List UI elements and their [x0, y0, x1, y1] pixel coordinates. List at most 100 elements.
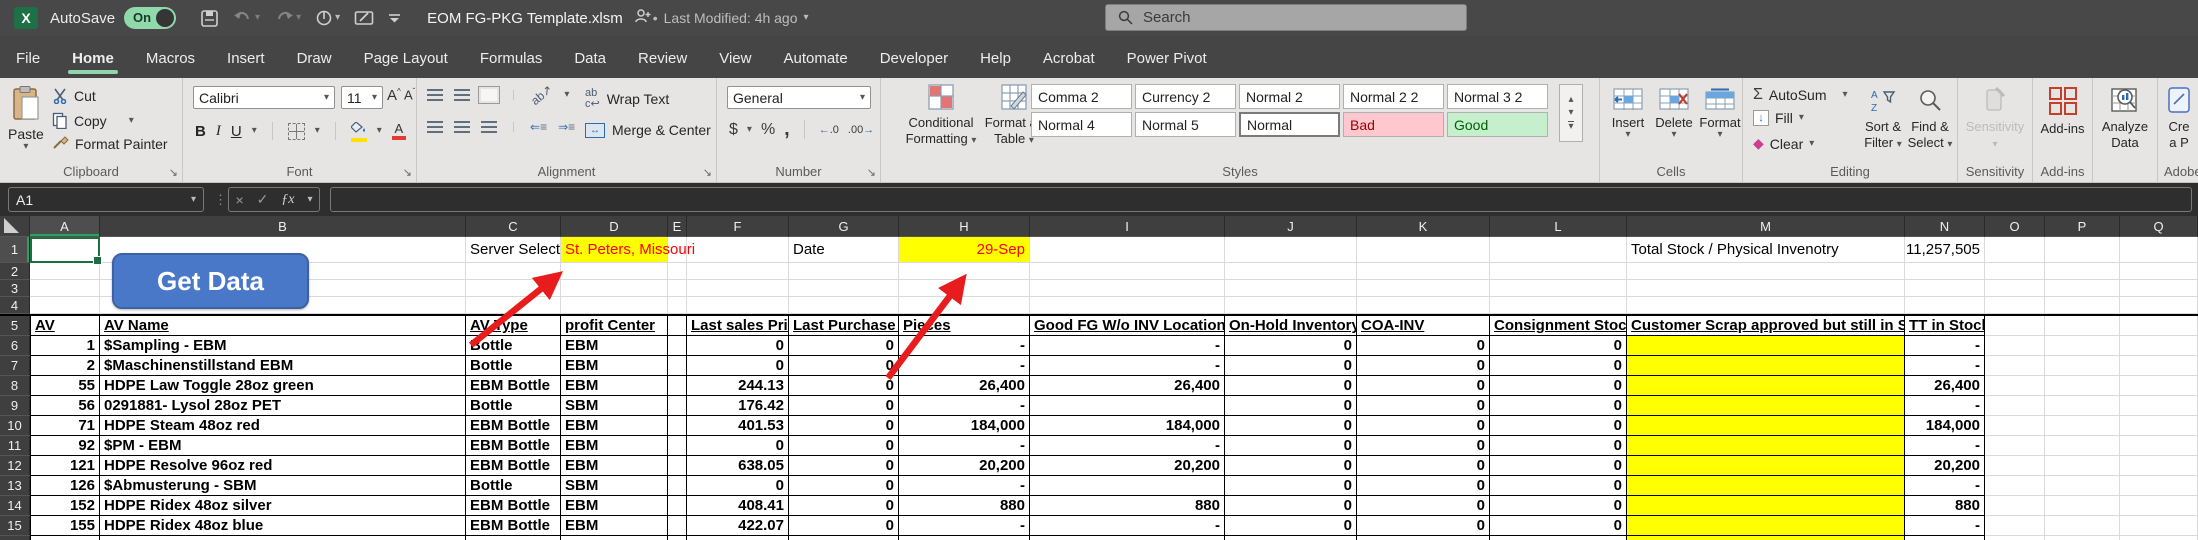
cell-N6[interactable]: - — [1905, 336, 1985, 356]
cancel-entry-icon[interactable]: × — [235, 192, 243, 208]
cell-O10[interactable] — [1985, 416, 2045, 436]
paste-button[interactable]: Paste ▾ — [8, 85, 44, 152]
cell-G11[interactable]: 0 — [789, 436, 899, 456]
cell-A11[interactable]: 92 — [30, 436, 100, 456]
save-icon[interactable] — [200, 9, 219, 28]
cell-I6[interactable]: - — [1030, 336, 1225, 356]
cell-I11[interactable]: - — [1030, 436, 1225, 456]
cell-M3[interactable] — [1627, 280, 1905, 297]
cell-D14[interactable]: EBM — [561, 496, 668, 516]
cell-L13[interactable]: 0 — [1490, 476, 1627, 496]
tab-view[interactable]: View — [717, 50, 753, 78]
cell-Q7[interactable] — [2120, 356, 2198, 376]
cell-P11[interactable] — [2045, 436, 2120, 456]
cell-Q10[interactable] — [2120, 416, 2198, 436]
tab-macros[interactable]: Macros — [144, 50, 197, 78]
tab-home[interactable]: Home — [70, 50, 116, 78]
cell-O2[interactable] — [1985, 263, 2045, 280]
cell-K10[interactable]: 0 — [1357, 416, 1490, 436]
cell-M9[interactable] — [1627, 396, 1905, 416]
cell-A8[interactable]: 55 — [30, 376, 100, 396]
cell-H10[interactable]: 184,000 — [899, 416, 1030, 436]
cell-Q13[interactable] — [2120, 476, 2198, 496]
row-header-4[interactable]: 4 — [0, 297, 30, 314]
search-box[interactable]: Search — [1105, 4, 1467, 31]
cell-K14[interactable]: 0 — [1357, 496, 1490, 516]
cell-N3[interactable] — [1905, 280, 1985, 297]
clear-button[interactable]: ◆ Clear▾ — [1753, 135, 1814, 152]
cell-B8[interactable]: HDPE Law Toggle 28oz green — [100, 376, 466, 396]
cell-C8[interactable]: EBM Bottle — [466, 376, 561, 396]
cell-M13[interactable] — [1627, 476, 1905, 496]
comma-format-icon[interactable]: , — [784, 118, 790, 141]
cell-A6[interactable]: 1 — [30, 336, 100, 356]
cell-D7[interactable]: EBM — [561, 356, 668, 376]
cell-F5[interactable]: Last sales Price — [687, 316, 789, 336]
increase-font-icon[interactable]: A^ — [387, 87, 401, 104]
cell-Q9[interactable] — [2120, 396, 2198, 416]
cell-J5[interactable]: On-Hold Inventory : — [1225, 316, 1357, 336]
style-comma-2[interactable]: Comma 2 — [1031, 84, 1132, 109]
cell-P15[interactable] — [2045, 516, 2120, 536]
format-painter-button[interactable]: Format Painter — [52, 136, 168, 152]
cell-M15[interactable] — [1627, 516, 1905, 536]
analyze-data-button[interactable]: AnalyzeData — [2093, 86, 2157, 152]
cell-H6[interactable]: - — [899, 336, 1030, 356]
cell-L3[interactable] — [1490, 280, 1627, 297]
cell-G4[interactable] — [789, 297, 899, 314]
tab-insert[interactable]: Insert — [225, 50, 267, 78]
cell-K2[interactable] — [1357, 263, 1490, 280]
decrease-decimal-icon[interactable]: .00→ — [848, 124, 874, 136]
cell-P4[interactable] — [2045, 297, 2120, 314]
cell-P16[interactable] — [2045, 536, 2120, 540]
row-header-9[interactable]: 9 — [0, 396, 30, 416]
cell-K7[interactable]: 0 — [1357, 356, 1490, 376]
row-header-12[interactable]: 12 — [0, 456, 30, 476]
cell-Q5[interactable] — [2120, 316, 2198, 336]
cell-D4[interactable] — [561, 297, 668, 314]
cell-D15[interactable]: EBM — [561, 516, 668, 536]
cell-I12[interactable]: 20,200 — [1030, 456, 1225, 476]
font-size-select[interactable]: 11▾ — [341, 86, 383, 109]
cell-O6[interactable] — [1985, 336, 2045, 356]
insert-function-icon[interactable]: ƒx — [281, 192, 294, 208]
cell-O14[interactable] — [1985, 496, 2045, 516]
style-bad[interactable]: Bad — [1343, 112, 1444, 137]
cell-I14[interactable]: 880 — [1030, 496, 1225, 516]
cell-E6[interactable] — [668, 336, 687, 356]
cell-B7[interactable]: $Maschinenstillstand EBM — [100, 356, 466, 376]
style-currency-2[interactable]: Currency 2 — [1135, 84, 1236, 109]
cell-G6[interactable]: 0 — [789, 336, 899, 356]
cell-M8[interactable] — [1627, 376, 1905, 396]
style-normal-2[interactable]: Normal 2 — [1239, 84, 1340, 109]
cell-K3[interactable] — [1357, 280, 1490, 297]
cell-Q16[interactable] — [2120, 536, 2198, 540]
cell-E13[interactable] — [668, 476, 687, 496]
cell-K1[interactable] — [1357, 237, 1490, 263]
cell-M16[interactable] — [1627, 536, 1905, 540]
customize-qat-icon[interactable] — [388, 12, 401, 24]
cell-D10[interactable]: EBM — [561, 416, 668, 436]
number-format-select[interactable]: General▾ — [727, 86, 871, 109]
row-header-2[interactable]: 2 — [0, 263, 30, 280]
col-header-A[interactable]: A — [30, 216, 100, 237]
cell-Q12[interactable] — [2120, 456, 2198, 476]
cell-C9[interactable]: Bottle — [466, 396, 561, 416]
cell-M11[interactable] — [1627, 436, 1905, 456]
cell-Q4[interactable] — [2120, 297, 2198, 314]
cell-O3[interactable] — [1985, 280, 2045, 297]
cell-C12[interactable]: EBM Bottle — [466, 456, 561, 476]
cell-M6[interactable] — [1627, 336, 1905, 356]
cell-N14[interactable]: 880 — [1905, 496, 1985, 516]
cell-N8[interactable]: 26,400 — [1905, 376, 1985, 396]
col-header-C[interactable]: C — [466, 216, 561, 237]
cell-L15[interactable]: 0 — [1490, 516, 1627, 536]
cell-H7[interactable]: - — [899, 356, 1030, 376]
cell-A10[interactable]: 71 — [30, 416, 100, 436]
pen-input-icon[interactable] — [354, 9, 374, 27]
cell-O7[interactable] — [1985, 356, 2045, 376]
cell-N1[interactable]: 11,257,505 — [1905, 237, 1985, 263]
cell-G3[interactable] — [789, 280, 899, 297]
copy-button[interactable]: Copy ▾ — [52, 112, 134, 129]
cell-F8[interactable]: 244.13 — [687, 376, 789, 396]
